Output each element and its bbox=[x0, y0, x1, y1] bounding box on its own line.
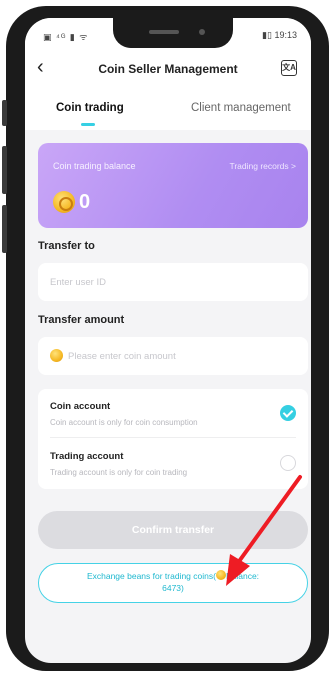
coin-account-subtitle: Coin account is only for coin consumptio… bbox=[50, 418, 198, 427]
user-id-input[interactable] bbox=[50, 263, 290, 301]
coin-account-title: Coin account bbox=[50, 401, 111, 412]
coin-icon bbox=[53, 191, 75, 213]
status-icons-left: ▣ ⁴ᴳ ▮ ᯤ bbox=[43, 32, 89, 42]
exchange-label: Exchange beans for trading coins( bbox=[86, 571, 216, 581]
balance-label: Coin trading balance bbox=[53, 161, 136, 171]
trading-account-radio-icon[interactable] bbox=[280, 455, 296, 471]
exchange-balance-value: 6473) bbox=[162, 583, 184, 593]
trading-account-subtitle: Trading account is only for coin trading bbox=[50, 468, 188, 477]
balance-value: 0 bbox=[79, 191, 91, 213]
account-selector: Coin account Coin account is only for co… bbox=[38, 389, 308, 489]
translate-icon[interactable]: 文A bbox=[281, 60, 297, 76]
confirm-transfer-button[interactable]: Confirm transfer bbox=[38, 511, 308, 549]
exchange-balance-label: Balance: bbox=[225, 571, 260, 581]
balance-card: Coin trading balance Trading records > 0 bbox=[38, 143, 308, 228]
user-id-field bbox=[38, 263, 308, 301]
coin-icon bbox=[215, 570, 226, 580]
tab-coin-trading[interactable]: Coin trading bbox=[56, 102, 124, 114]
tab-bar: Coin trading Client management bbox=[25, 90, 311, 130]
coin-icon bbox=[50, 349, 63, 362]
transfer-to-label: Transfer to bbox=[38, 240, 95, 252]
tab-client-management[interactable]: Client management bbox=[191, 102, 291, 114]
phone-side-button bbox=[2, 100, 7, 126]
trading-account-option[interactable]: Trading account Trading account is only … bbox=[50, 451, 187, 477]
coin-amount-field bbox=[38, 337, 308, 375]
exchange-beans-button[interactable]: Exchange beans for trading coins( Balance… bbox=[38, 563, 308, 603]
coin-account-option[interactable]: Coin account Coin account is only for co… bbox=[50, 401, 198, 427]
status-time: ▮▯ 19:13 bbox=[262, 30, 297, 40]
phone-side-button bbox=[2, 205, 7, 253]
transfer-amount-label: Transfer amount bbox=[38, 314, 125, 326]
phone-side-button bbox=[2, 146, 7, 194]
coin-account-radio-checked-icon[interactable] bbox=[280, 405, 296, 421]
active-tab-indicator bbox=[81, 123, 95, 126]
camera-notch bbox=[113, 18, 233, 48]
front-camera bbox=[199, 29, 205, 35]
app-header: ‹ Coin Seller Management 文A bbox=[25, 48, 311, 90]
trading-account-title: Trading account bbox=[50, 451, 124, 462]
divider bbox=[50, 437, 296, 438]
app-screen: ▣ ⁴ᴳ ▮ ᯤ ▮▯ 19:13 ‹ Coin Seller Manageme… bbox=[25, 18, 311, 663]
page-title: Coin Seller Management bbox=[98, 62, 238, 76]
speaker-grille bbox=[149, 30, 179, 34]
coin-amount-input[interactable] bbox=[68, 337, 298, 375]
trading-records-link[interactable]: Trading records > bbox=[229, 161, 296, 171]
